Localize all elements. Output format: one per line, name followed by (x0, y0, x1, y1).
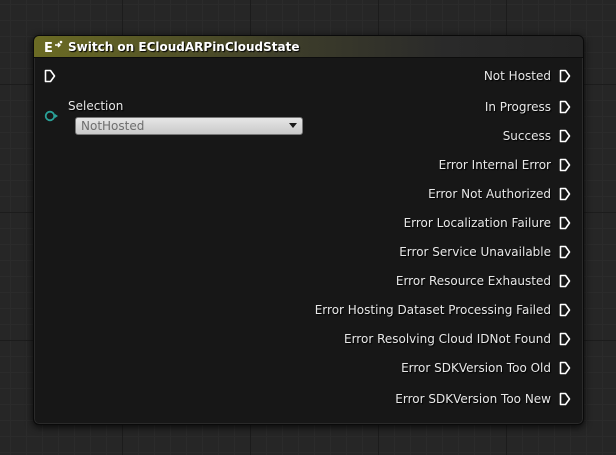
node-header[interactable]: E Switch on ECloudARPinCloudState (34, 36, 583, 58)
enum-switch-icon: E (43, 38, 65, 56)
exec-output-pin-icon[interactable] (559, 69, 571, 83)
selection-input-pin-icon[interactable] (44, 108, 60, 127)
switch-node[interactable]: E Switch on ECloudARPinCloudState Select… (33, 35, 584, 425)
output-pin-row[interactable]: Error Service Unavailable (399, 243, 571, 261)
exec-output-pin-icon[interactable] (559, 274, 571, 288)
exec-input-pin-icon[interactable] (44, 69, 56, 83)
output-pin-label: Error Resolving Cloud IDNot Found (344, 332, 551, 346)
exec-output-pin-icon[interactable] (559, 158, 571, 172)
output-pin-label: Error Resource Exhausted (395, 274, 551, 288)
output-pin-label: Error Internal Error (438, 158, 551, 172)
output-pin-row[interactable]: Error Hosting Dataset Processing Failed (315, 301, 571, 319)
exec-output-pin-icon[interactable] (559, 361, 571, 375)
output-pin-label: Error Service Unavailable (399, 245, 551, 259)
output-pin-row[interactable]: Error Not Authorized (428, 185, 571, 203)
exec-output-pin-icon[interactable] (559, 129, 571, 143)
output-pin-label: Error Not Authorized (428, 187, 551, 201)
output-pin-label: Error Hosting Dataset Processing Failed (314, 303, 551, 317)
svg-text:E: E (44, 41, 53, 56)
exec-output-pin-icon[interactable] (559, 392, 571, 406)
output-pin-row[interactable]: Success (503, 127, 571, 145)
output-pin-label: Error SDKVersion Too New (395, 392, 551, 406)
selection-label: Selection (68, 99, 124, 113)
exec-output-pin-icon[interactable] (559, 187, 571, 201)
selection-dropdown-value: NotHosted (81, 119, 145, 133)
output-pin-row[interactable]: Error Resource Exhausted (396, 272, 571, 290)
exec-output-pin-icon[interactable] (559, 100, 571, 114)
output-pin-row[interactable]: Not Hosted (484, 67, 571, 85)
output-pin-label: Error Localization Failure (403, 216, 551, 230)
output-pin-row[interactable]: Error Localization Failure (404, 214, 571, 232)
output-pin-label: Not Hosted (483, 69, 551, 83)
exec-output-pin-icon[interactable] (559, 216, 571, 230)
output-pin-row[interactable]: Error Resolving Cloud IDNot Found (344, 330, 571, 348)
output-pin-row[interactable]: Error SDKVersion Too New (395, 390, 571, 408)
exec-output-pin-icon[interactable] (559, 245, 571, 259)
output-pin-label: Success (502, 129, 551, 143)
node-title: Switch on ECloudARPinCloudState (68, 40, 300, 54)
selection-dropdown[interactable]: NotHosted (75, 117, 303, 135)
chevron-down-icon (289, 123, 297, 128)
output-pin-label: In Progress (484, 100, 551, 114)
output-pin-row[interactable]: In Progress (485, 98, 571, 116)
output-pin-row[interactable]: Error Internal Error (439, 156, 571, 174)
exec-output-pin-icon[interactable] (559, 303, 571, 317)
exec-output-pin-icon[interactable] (559, 332, 571, 346)
output-pin-label: Error SDKVersion Too Old (401, 361, 551, 375)
output-pin-row[interactable]: Error SDKVersion Too Old (401, 359, 571, 377)
